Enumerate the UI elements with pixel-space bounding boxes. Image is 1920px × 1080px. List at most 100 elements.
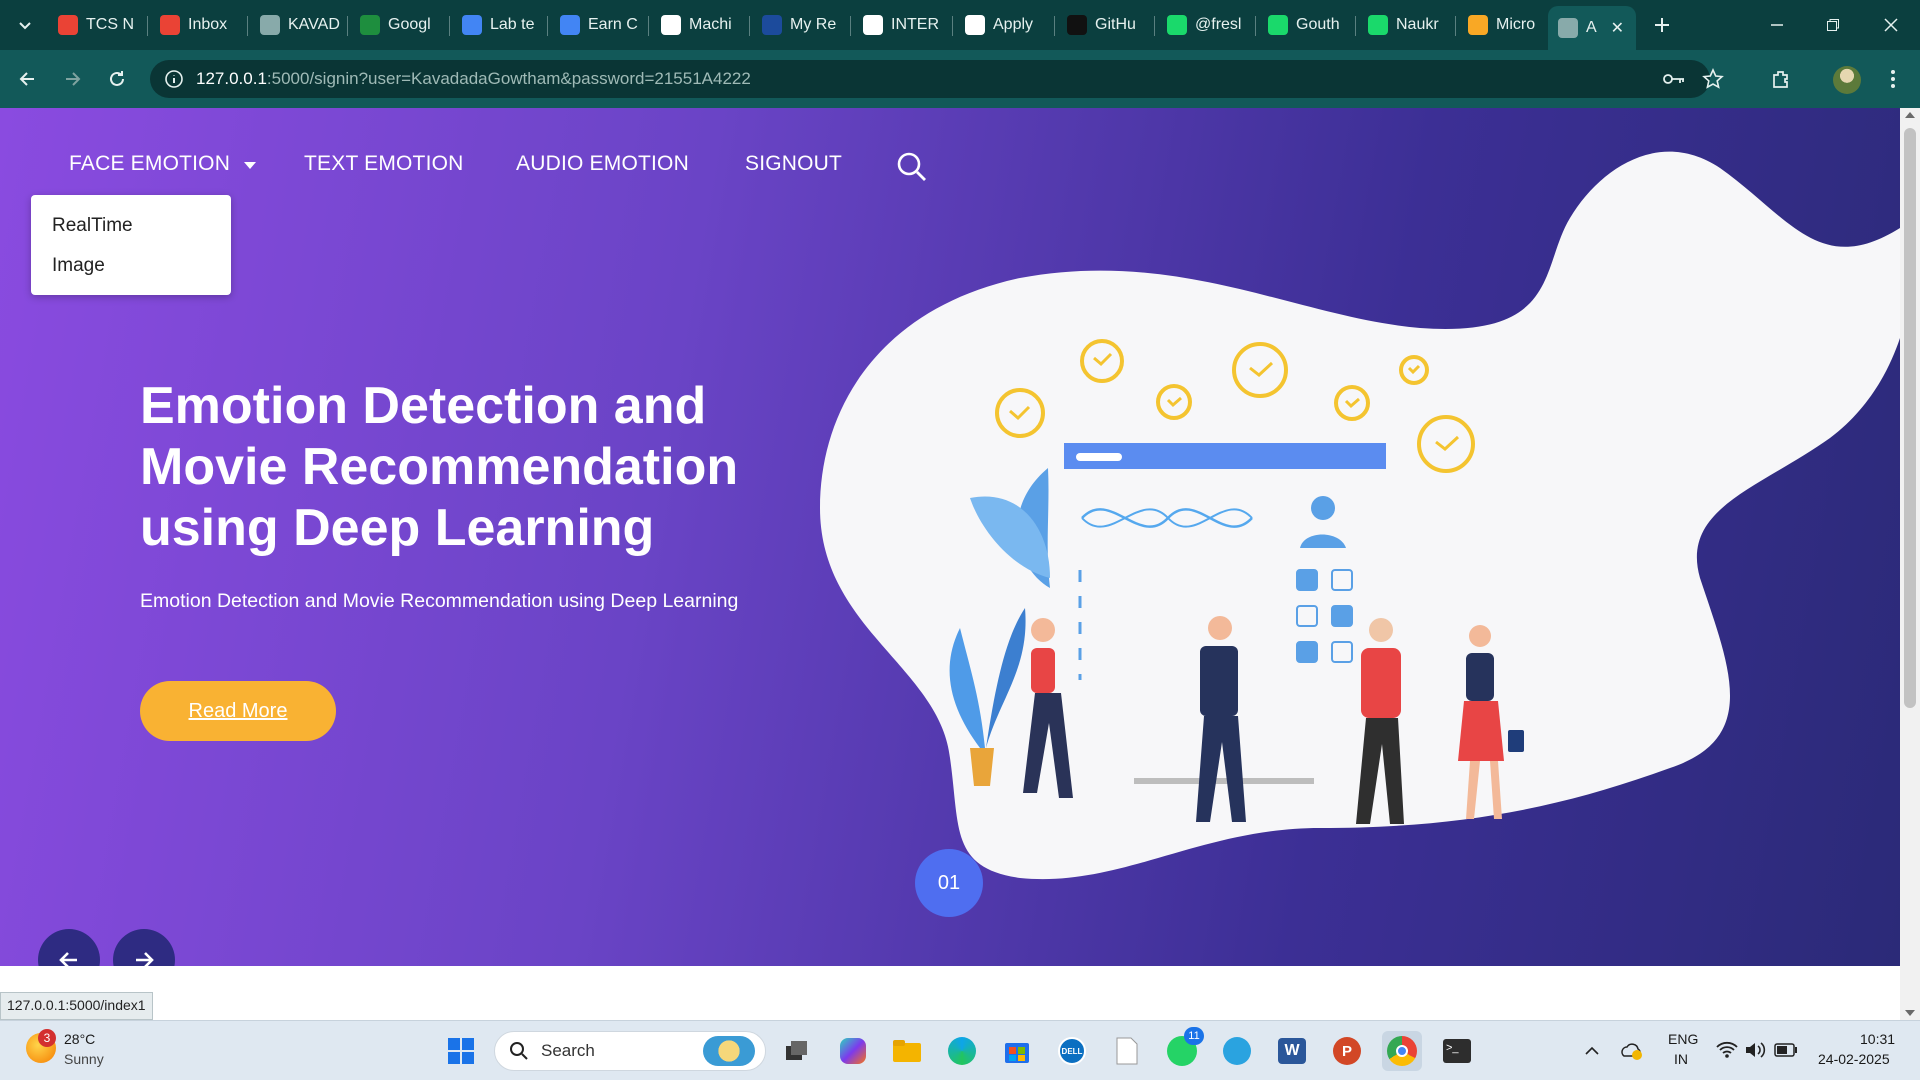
asterisk-icon: [1167, 15, 1187, 35]
page-scrollbar[interactable]: [1900, 108, 1920, 1020]
tab-separator: [347, 16, 348, 36]
browser-tab[interactable]: INTER: [853, 8, 949, 42]
tab-separator: [1154, 16, 1155, 36]
battery-icon[interactable]: [1774, 1043, 1798, 1062]
profile-avatar[interactable]: [1833, 66, 1861, 94]
wifi-icon[interactable]: [1716, 1041, 1738, 1064]
bookmark-star-icon[interactable]: [1702, 68, 1724, 95]
microsoft-store-icon[interactable]: [997, 1031, 1037, 1071]
tab-separator: [147, 16, 148, 36]
tata-icon: [965, 15, 985, 35]
browser-tab-title: Earn C: [588, 16, 638, 33]
close-tab-icon[interactable]: ✕: [1611, 18, 1624, 38]
cloud-icon: [560, 15, 580, 35]
slide-number-badge: 01: [915, 849, 983, 917]
copilot-icon[interactable]: [833, 1031, 873, 1071]
next-slide-button[interactable]: [113, 929, 175, 966]
browser-tab[interactable]: Naukr: [1358, 8, 1454, 42]
browser-tab[interactable]: Machi: [651, 8, 747, 42]
browser-tab-title: GitHu: [1095, 16, 1136, 33]
taskbar-search-placeholder: Search: [541, 1041, 595, 1060]
chrome-icon[interactable]: [1382, 1031, 1422, 1071]
weather-alert-badge: 3: [38, 1029, 56, 1047]
dropdown-item-realtime[interactable]: RealTime: [52, 213, 231, 253]
file-explorer-icon[interactable]: [887, 1031, 927, 1071]
dell-app-icon[interactable]: DELL: [1052, 1031, 1092, 1071]
language-line1[interactable]: ENG: [1668, 1031, 1698, 1047]
scroll-up-icon[interactable]: [1905, 112, 1915, 118]
minimize-icon[interactable]: [1760, 8, 1794, 42]
language-line2[interactable]: IN: [1674, 1051, 1688, 1067]
browser-tab[interactable]: A ✕: [1548, 6, 1636, 50]
notepad-file-icon[interactable]: [1107, 1031, 1147, 1071]
taskbar-search-box[interactable]: Search: [494, 1031, 766, 1071]
browser-tab[interactable]: GitHu: [1057, 8, 1153, 42]
browser-tab-title: INTER: [891, 16, 939, 33]
read-more-button[interactable]: Read More: [140, 681, 336, 741]
hero-headline: Emotion Detection and Movie Recommendati…: [140, 377, 739, 557]
tab-search-chevron-icon[interactable]: [8, 8, 42, 42]
status-bar-url: 127.0.0.1:5000/index1: [0, 992, 153, 1020]
edge-browser-icon[interactable]: [942, 1031, 982, 1071]
browser-tab-title: Googl: [388, 16, 431, 33]
weather-temp[interactable]: 28°C: [64, 1031, 95, 1047]
asterisk-icon: [1268, 15, 1288, 35]
browser-tab[interactable]: TCS N: [48, 8, 144, 42]
clock-time[interactable]: 10:31: [1860, 1031, 1895, 1047]
hero-section: FACE EMOTION TEXT EMOTION AUDIO EMOTION …: [0, 108, 1900, 966]
telegram-icon[interactable]: [1217, 1031, 1257, 1071]
nav-face-emotion[interactable]: FACE EMOTION: [69, 152, 257, 176]
browser-tab-title: KAVAD: [288, 16, 340, 33]
powerpoint-icon[interactable]: P: [1327, 1031, 1367, 1071]
back-arrow-icon[interactable]: [10, 62, 44, 96]
browser-tab[interactable]: My Re: [752, 8, 848, 42]
tab-separator: [749, 16, 750, 36]
scroll-down-icon[interactable]: [1905, 1010, 1915, 1016]
extensions-puzzle-icon[interactable]: [1764, 62, 1798, 96]
browser-tab[interactable]: @fresl: [1157, 8, 1253, 42]
globe-icon: [260, 15, 280, 35]
task-view-icon[interactable]: [777, 1031, 817, 1071]
address-bar[interactable]: 127.0.0.1:5000/signin?user=KavadadaGowth…: [150, 60, 1724, 98]
browser-tab-title: A: [1586, 19, 1597, 36]
show-hidden-icons-chevron-icon[interactable]: [1572, 1031, 1612, 1071]
nav-text-emotion[interactable]: TEXT EMOTION: [304, 152, 464, 176]
new-tab-icon[interactable]: [1645, 8, 1679, 42]
volume-icon[interactable]: [1744, 1041, 1766, 1064]
whatsapp-icon[interactable]: 11: [1162, 1027, 1204, 1071]
browser-tab[interactable]: Gouth: [1258, 8, 1354, 42]
windows-taskbar: 3 28°C Sunny Search DELL 11 W P >_ ENG I…: [0, 1020, 1920, 1080]
forward-arrow-icon[interactable]: [56, 62, 90, 96]
reload-icon[interactable]: [100, 62, 134, 96]
browser-tab[interactable]: Micro: [1458, 8, 1554, 42]
browser-tab[interactable]: Inbox: [150, 8, 246, 42]
dropdown-item-image[interactable]: Image: [52, 253, 231, 293]
restore-icon[interactable]: [1816, 8, 1850, 42]
loading-icon: [1468, 15, 1488, 35]
nav-audio-emotion[interactable]: AUDIO EMOTION: [516, 152, 689, 176]
word-icon[interactable]: W: [1272, 1031, 1312, 1071]
clock-date[interactable]: 24-02-2025: [1818, 1051, 1890, 1067]
weather-desc[interactable]: Sunny: [64, 1051, 104, 1067]
onedrive-warning-icon[interactable]: [1612, 1031, 1652, 1071]
password-key-icon[interactable]: [1662, 69, 1686, 94]
url-path: :5000/signin?user=KavadadaGowtham&passwo…: [266, 69, 751, 88]
browser-menu-icon[interactable]: [1876, 62, 1910, 96]
scrollbar-thumb[interactable]: [1904, 128, 1916, 708]
asterisk-icon: [1368, 15, 1388, 35]
browser-tab[interactable]: Googl: [350, 8, 446, 42]
sheets-icon: [360, 15, 380, 35]
gmail-icon: [58, 15, 78, 35]
prev-slide-button[interactable]: [38, 929, 100, 966]
windows-start-icon[interactable]: [441, 1031, 481, 1071]
browser-tab[interactable]: Apply: [955, 8, 1051, 42]
browser-tab[interactable]: Earn C: [550, 8, 646, 42]
close-window-icon[interactable]: [1874, 8, 1908, 42]
browser-tab[interactable]: Lab te: [452, 8, 548, 42]
cloud-icon: [462, 15, 482, 35]
site-info-icon[interactable]: [164, 69, 184, 94]
terminal-icon[interactable]: >_: [1437, 1031, 1477, 1071]
browser-tab[interactable]: KAVAD: [250, 8, 346, 42]
globe-icon: [1558, 18, 1578, 38]
browser-tab-title: Gouth: [1296, 16, 1340, 33]
